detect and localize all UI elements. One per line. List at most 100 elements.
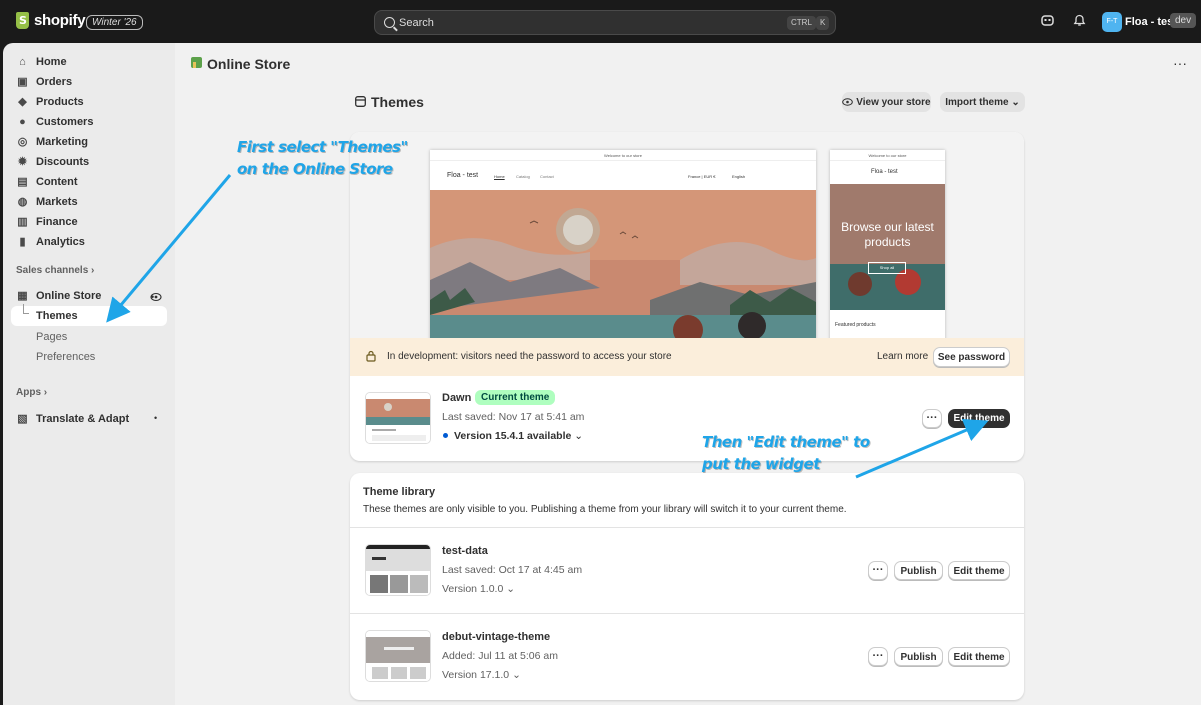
apps-heading[interactable]: Apps ›: [16, 387, 47, 398]
globe-icon: ◍: [17, 195, 28, 208]
eye-icon[interactable]: [150, 291, 162, 305]
see-password-button[interactable]: See password: [933, 347, 1010, 367]
update-dot-icon: [443, 433, 448, 438]
view-store-button[interactable]: View your store: [842, 92, 931, 112]
chevron-right-icon: ›: [91, 265, 95, 276]
preview-language: English: [732, 174, 746, 179]
preview-brand: Floa - test: [447, 172, 479, 179]
import-theme-label: Import theme: [945, 97, 1009, 108]
edit-theme-button[interactable]: Edit theme: [948, 647, 1010, 666]
theme-icon: [355, 94, 366, 110]
learn-more-link[interactable]: Learn more: [877, 351, 928, 362]
sidebar-item-products[interactable]: ◆ Products: [17, 95, 84, 108]
sidebar-item-label: Discounts: [36, 156, 90, 168]
mobile-shop-button: Shop all: [868, 262, 906, 274]
search-input[interactable]: Search CTRL K: [374, 10, 836, 35]
page-title: Online Store: [190, 56, 290, 72]
theme-version-text: Version 17.1.0: [442, 669, 510, 681]
sidebar-item-customers[interactable]: ● Customers: [17, 116, 93, 128]
shopify-logo[interactable]: shopify: [16, 12, 86, 29]
dev-banner: In development: visitors need the passwo…: [350, 338, 1024, 376]
dev-banner-text: In development: visitors need the passwo…: [387, 351, 672, 362]
sidebar-item-label: Products: [36, 96, 84, 108]
sidebar-item-preferences[interactable]: Preferences: [36, 351, 95, 363]
shortcut-ctrl-key: CTRL: [787, 16, 816, 30]
preview-nav-home: Home: [494, 174, 505, 179]
theme-name: debut-vintage-theme: [442, 631, 551, 643]
test-data-thumbnail-image: [366, 545, 430, 595]
debut-thumbnail-image: [366, 631, 430, 681]
theme-library-card: Theme library These themes are only visi…: [350, 473, 1024, 700]
sidebar-item-analytics[interactable]: ▮ Analytics: [17, 235, 84, 248]
sidebar-item-orders[interactable]: ▣ Orders: [17, 76, 72, 88]
current-theme-name: Dawn: [442, 392, 472, 404]
annotation-first-line1: First select "Themes": [237, 138, 408, 156]
theme-more-button[interactable]: ···: [868, 647, 888, 666]
sidebar-item-label: Marketing: [36, 136, 88, 148]
preview-nav-contact: Contact: [540, 174, 554, 179]
annotation-first-step: First select "Themes" on the Online Stor…: [237, 136, 408, 180]
version-available[interactable]: Version 15.4.1 available ⌄: [454, 430, 583, 442]
preview-announcement: Welcome to our store: [430, 150, 816, 161]
publish-button[interactable]: Publish: [894, 561, 943, 580]
apps-label: Apps: [16, 387, 41, 398]
publish-button[interactable]: Publish: [894, 647, 943, 666]
tag-icon: ◆: [18, 95, 27, 108]
sidebar-item-pages[interactable]: Pages: [36, 331, 67, 343]
sidebar-item-online-store[interactable]: ▦ Online Store: [17, 290, 101, 302]
person-icon: ●: [19, 115, 26, 128]
page-title-text: Online Store: [207, 56, 291, 72]
sidebar-item-label: Markets: [36, 196, 78, 208]
dawn-thumbnail: [365, 392, 431, 444]
theme-more-button[interactable]: ···: [868, 561, 888, 580]
divider: [350, 613, 1024, 614]
sidebar-item-markets[interactable]: ◍ Markets: [17, 196, 78, 208]
preview-announcement-mobile: Welcome to our store: [830, 150, 945, 161]
current-theme-saved: Last saved: Nov 17 at 5:41 am: [442, 411, 585, 423]
edit-theme-button[interactable]: Edit theme: [948, 561, 1010, 580]
chevron-down-icon: ⌄: [506, 583, 516, 595]
sidebar-item-label: Orders: [36, 76, 73, 88]
theme-saved: Added: Jul 11 at 5:06 am: [442, 650, 558, 662]
sidekick-icon[interactable]: [1041, 14, 1054, 30]
logo-text: shopify: [34, 12, 86, 29]
section-title-text: Themes: [371, 94, 424, 110]
themes-selected-bg: [11, 306, 167, 326]
dawn-thumbnail-image: [366, 393, 430, 443]
lock-icon: [366, 350, 376, 365]
theme-version[interactable]: Version 1.0.0 ⌄: [442, 583, 515, 595]
sales-channels-label: Sales channels: [16, 265, 89, 276]
debut-thumbnail: [365, 630, 431, 682]
search-icon: [384, 17, 395, 28]
edit-theme-button[interactable]: Edit theme: [948, 409, 1010, 428]
sidebar-item-home[interactable]: ⌂ Home: [17, 56, 66, 68]
env-badge: dev: [1170, 13, 1197, 28]
mobile-preview[interactable]: Welcome to our store Floa - test Browse …: [830, 150, 945, 338]
sales-channels-heading[interactable]: Sales channels ›: [16, 265, 94, 276]
sidebar-item-marketing[interactable]: ◎ Marketing: [17, 136, 88, 148]
theme-version[interactable]: Version 17.1.0 ⌄: [442, 669, 521, 681]
status-dot-icon: •: [154, 413, 158, 423]
avatar[interactable]: F-T: [1102, 12, 1122, 32]
section-title: Themes: [355, 94, 424, 110]
sidebar-item-label: Customers: [36, 116, 94, 128]
theme-more-button[interactable]: ···: [922, 409, 942, 428]
bank-icon: ▥: [17, 215, 28, 228]
shopify-bag-icon: [16, 12, 29, 29]
chevron-down-icon: ⌄: [574, 430, 584, 442]
more-actions-icon[interactable]: ···: [1173, 55, 1187, 71]
sidebar-item-themes[interactable]: Themes: [36, 310, 78, 322]
divider: [350, 527, 1024, 528]
sidebar-item-content[interactable]: ▤ Content: [17, 176, 77, 188]
sidebar-item-discounts[interactable]: ✹ Discounts: [17, 156, 89, 168]
chart-icon: ▮: [19, 235, 26, 248]
desktop-preview[interactable]: Welcome to our store Floa - test Home Ca…: [430, 150, 816, 338]
sidebar-item-finance[interactable]: ▥ Finance: [17, 215, 77, 228]
sidebar-item-translate[interactable]: ▧ Translate & Adapt: [17, 413, 129, 425]
bell-icon[interactable]: [1073, 14, 1086, 30]
eye-icon: [842, 98, 854, 109]
shortcut-k-key: K: [816, 16, 830, 30]
tree-branch: [23, 304, 29, 314]
import-theme-button[interactable]: Import theme ⌄: [940, 92, 1025, 112]
target-icon: ◎: [17, 135, 28, 148]
